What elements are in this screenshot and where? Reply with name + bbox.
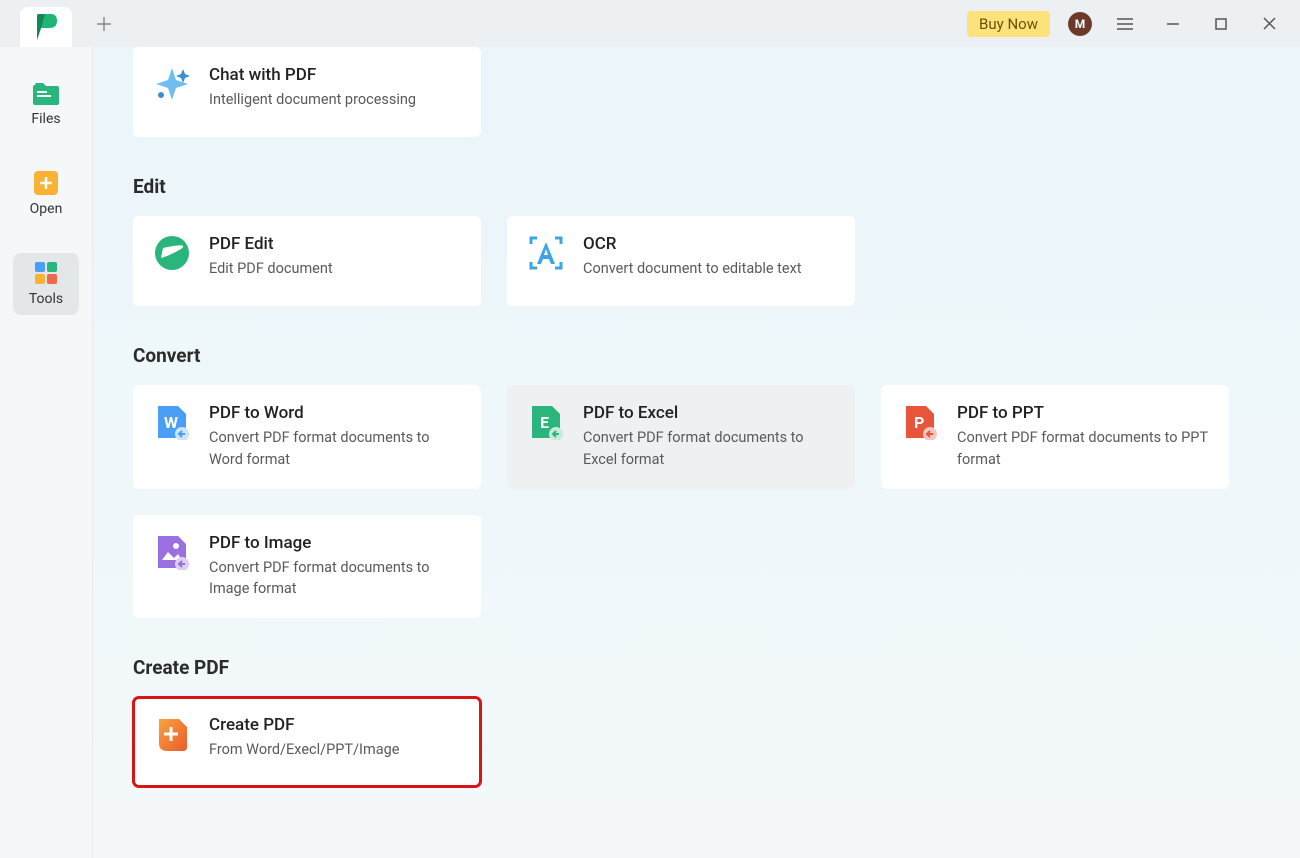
new-tab-button[interactable] (86, 6, 122, 42)
titlebar-right: Buy Now M (967, 9, 1292, 39)
create-cards: Create PDF From Word/Execl/PPT/Image (133, 697, 1260, 787)
card-text: PDF Edit Edit PDF document (209, 234, 461, 280)
open-icon (34, 171, 58, 195)
image-icon (153, 533, 191, 571)
edit-cards: PDF Edit Edit PDF document OCR Convert d… (133, 216, 1260, 306)
app-logo-icon (35, 14, 57, 40)
sidebar-label: Tools (29, 291, 63, 307)
card-desc: Intelligent document processing (209, 89, 461, 111)
sidebar-item-open[interactable]: Open (13, 163, 79, 225)
card-title: PDF to Excel (583, 403, 835, 423)
sidebar-item-files[interactable]: Files (13, 75, 79, 135)
tools-icon (34, 261, 58, 285)
card-desc: Convert PDF format documents to Image fo… (209, 557, 461, 601)
sidebar-label: Open (30, 201, 63, 217)
card-desc: Convert PDF format documents to PPT form… (957, 427, 1209, 471)
card-pdf-edit[interactable]: PDF Edit Edit PDF document (133, 216, 481, 306)
card-desc: Convert document to editable text (583, 258, 835, 280)
close-button[interactable] (1254, 9, 1284, 39)
card-pdf-to-excel[interactable]: E PDF to Excel Convert PDF format docume… (507, 385, 855, 489)
titlebar: Buy Now M (0, 0, 1300, 47)
minimize-icon (1166, 17, 1180, 31)
card-text: Chat with PDF Intelligent document proce… (209, 65, 461, 111)
svg-text:W: W (164, 413, 178, 432)
card-desc: Convert PDF format documents to Excel fo… (583, 427, 835, 471)
menu-button[interactable] (1110, 9, 1140, 39)
maximize-icon (1215, 18, 1227, 30)
card-text: PDF to Word Convert PDF format documents… (209, 403, 461, 471)
chat-pdf-icon (153, 65, 191, 103)
card-title: PDF Edit (209, 234, 461, 254)
sidebar-item-tools[interactable]: Tools (13, 253, 79, 315)
maximize-button[interactable] (1206, 9, 1236, 39)
card-desc: From Word/Execl/PPT/Image (209, 739, 461, 761)
content-area: Files Open Tools (0, 47, 1300, 858)
card-text: PDF to PPT Convert PDF format documents … (957, 403, 1209, 471)
pdf-edit-icon (153, 234, 191, 272)
plus-icon (96, 16, 112, 32)
card-title: PDF to Word (209, 403, 461, 423)
card-title: PDF to Image (209, 533, 461, 553)
main-panel: Chat with PDF Intelligent document proce… (93, 47, 1300, 858)
titlebar-left (8, 0, 122, 47)
svg-text:E: E (540, 413, 549, 432)
close-icon (1263, 17, 1276, 30)
files-icon (33, 83, 59, 105)
minimize-button[interactable] (1158, 9, 1188, 39)
card-text: OCR Convert document to editable text (583, 234, 835, 280)
card-desc: Edit PDF document (209, 258, 461, 280)
card-pdf-to-image[interactable]: PDF to Image Convert PDF format document… (133, 515, 481, 619)
sidebar-label: Files (31, 111, 60, 127)
card-chat-with-pdf[interactable]: Chat with PDF Intelligent document proce… (133, 47, 481, 137)
hamburger-icon (1117, 18, 1133, 30)
card-title: PDF to PPT (957, 403, 1209, 423)
card-title: Chat with PDF (209, 65, 461, 85)
section-title-convert: Convert (133, 344, 1260, 367)
word-icon: W (153, 403, 191, 441)
section-title-create: Create PDF (133, 656, 1260, 679)
ocr-icon (527, 234, 565, 272)
card-pdf-to-word[interactable]: W PDF to Word Convert PDF format documen… (133, 385, 481, 489)
app-tab[interactable] (20, 7, 72, 47)
card-desc: Convert PDF format documents to Word for… (209, 427, 461, 471)
card-text: Create PDF From Word/Execl/PPT/Image (209, 715, 461, 761)
convert-cards: W PDF to Word Convert PDF format documen… (133, 385, 1260, 618)
excel-icon: E (527, 403, 565, 441)
card-text: PDF to Excel Convert PDF format document… (583, 403, 835, 471)
buy-now-button[interactable]: Buy Now (967, 11, 1050, 37)
ppt-icon: P (901, 403, 939, 441)
card-text: PDF to Image Convert PDF format document… (209, 533, 461, 601)
svg-text:P: P (914, 413, 924, 432)
section-title-edit: Edit (133, 175, 1260, 198)
card-title: OCR (583, 234, 835, 254)
card-pdf-to-ppt[interactable]: P PDF to PPT Convert PDF format document… (881, 385, 1229, 489)
top-card-row: Chat with PDF Intelligent document proce… (133, 47, 1260, 137)
sidebar: Files Open Tools (0, 47, 93, 858)
card-create-pdf[interactable]: Create PDF From Word/Execl/PPT/Image (133, 697, 481, 787)
user-avatar[interactable]: M (1068, 12, 1092, 36)
card-ocr[interactable]: OCR Convert document to editable text (507, 216, 855, 306)
card-title: Create PDF (209, 715, 461, 735)
create-pdf-icon (153, 715, 191, 753)
